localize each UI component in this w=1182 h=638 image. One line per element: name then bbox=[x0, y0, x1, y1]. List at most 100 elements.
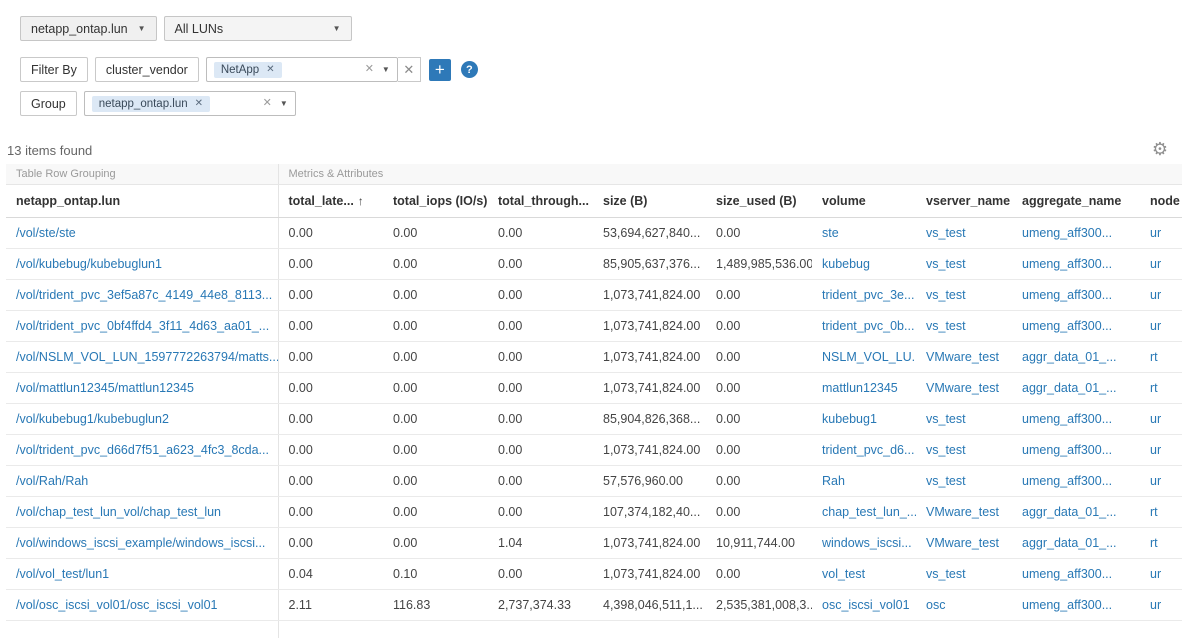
cell-link[interactable]: umeng_aff300... bbox=[1022, 567, 1112, 581]
group-value-combo[interactable]: netapp_ontap.lun ✕ ✕ ▼ bbox=[84, 91, 296, 116]
lun-link[interactable]: /vol/trident_pvc_3ef5a87c_4149_44e8_8113… bbox=[16, 288, 272, 302]
cell-link[interactable]: osc_iscsi_vol01 bbox=[822, 598, 910, 612]
cell-link[interactable]: ur bbox=[1150, 412, 1161, 426]
cell-link[interactable]: vs_test bbox=[926, 226, 966, 240]
cell-link[interactable]: aggr_data_01_... bbox=[1022, 350, 1117, 364]
lun-link[interactable]: /vol/kubebug/kubebuglun1 bbox=[16, 257, 162, 271]
lun-link[interactable]: /vol/osc_iscsi_vol01/osc_iscsi_vol01 bbox=[16, 598, 217, 612]
combo-clear-icon[interactable]: ✕ bbox=[365, 64, 374, 75]
help-icon[interactable]: ? bbox=[461, 61, 478, 78]
cell-link[interactable]: trident_pvc_0b... bbox=[822, 319, 914, 333]
items-found-text: 13 items found bbox=[7, 143, 92, 158]
cell-link[interactable]: VMware_test bbox=[926, 536, 999, 550]
cell-link[interactable]: vs_test bbox=[926, 257, 966, 271]
cell-link[interactable]: windows_iscsi... bbox=[822, 536, 912, 550]
group-button[interactable]: Group bbox=[20, 91, 77, 116]
column-header-total-through[interactable]: total_through... bbox=[488, 185, 593, 218]
chevron-down-icon[interactable]: ▼ bbox=[280, 100, 288, 108]
lun-link[interactable]: /vol/NSLM_VOL_LUN_1597772263794/matts... bbox=[16, 350, 278, 364]
group-value-chip[interactable]: netapp_ontap.lun ✕ bbox=[92, 96, 210, 112]
cell-link[interactable]: kubebug bbox=[822, 257, 870, 271]
cell-link[interactable]: vs_test bbox=[926, 567, 966, 581]
lun-link[interactable]: /vol/chap_test_lun_vol/chap_test_lun bbox=[16, 505, 221, 519]
cell-link[interactable]: ur bbox=[1150, 443, 1161, 457]
cell-link[interactable]: umeng_aff300... bbox=[1022, 288, 1112, 302]
cell-link[interactable]: ur bbox=[1150, 567, 1161, 581]
cell-link[interactable]: umeng_aff300... bbox=[1022, 257, 1112, 271]
cell-link[interactable]: mattlun12345 bbox=[822, 381, 898, 395]
column-header-size-used-b[interactable]: size_used (B) bbox=[706, 185, 812, 218]
table-row: /vol/windows_iscsi_example/windows_iscsi… bbox=[6, 528, 1182, 559]
lun-link[interactable]: /vol/trident_pvc_0bf4ffd4_3f11_4d63_aa01… bbox=[16, 319, 269, 333]
cell-link[interactable]: umeng_aff300... bbox=[1022, 319, 1112, 333]
filter-field-box[interactable]: cluster_vendor bbox=[95, 57, 199, 82]
column-header-netapp-ontap-lun[interactable]: netapp_ontap.lun bbox=[6, 185, 278, 218]
cell-link[interactable]: rt bbox=[1150, 505, 1158, 519]
cell-link[interactable]: chap_test_lun_... bbox=[822, 505, 916, 519]
cell-link[interactable]: umeng_aff300... bbox=[1022, 474, 1112, 488]
column-header-node[interactable]: node bbox=[1140, 185, 1182, 218]
cell-link[interactable]: umeng_aff300... bbox=[1022, 226, 1112, 240]
cell-link[interactable]: kubebug1 bbox=[822, 412, 877, 426]
lun-link[interactable]: /vol/Rah/Rah bbox=[16, 474, 88, 488]
cell-link[interactable]: ur bbox=[1150, 257, 1161, 271]
column-header-aggregate-name[interactable]: aggregate_name bbox=[1012, 185, 1140, 218]
cell-link[interactable]: ste bbox=[822, 226, 839, 240]
view-dropdown[interactable]: All LUNs ▼ bbox=[164, 16, 352, 41]
cell-link[interactable]: ur bbox=[1150, 319, 1161, 333]
chip-remove-icon[interactable]: ✕ bbox=[266, 65, 274, 75]
cell-link[interactable]: rt bbox=[1150, 536, 1158, 550]
chip-remove-icon[interactable]: ✕ bbox=[195, 99, 203, 109]
lun-link[interactable]: /vol/trident_pvc_d66d7f51_a623_4fc3_8cda… bbox=[16, 443, 269, 457]
filter-value-chip[interactable]: NetApp ✕ bbox=[214, 62, 282, 78]
cell-value: 0.00 bbox=[498, 319, 522, 333]
lun-link[interactable]: /vol/vol_test/lun1 bbox=[16, 567, 109, 581]
filter-by-button[interactable]: Filter By bbox=[20, 57, 88, 82]
object-type-dropdown[interactable]: netapp_ontap.lun ▼ bbox=[20, 16, 157, 41]
lun-link[interactable]: /vol/windows_iscsi_example/windows_iscsi… bbox=[16, 536, 265, 550]
cell-link[interactable]: ur bbox=[1150, 598, 1161, 612]
cell-link[interactable]: vs_test bbox=[926, 474, 966, 488]
remove-filter-button[interactable]: ✕ bbox=[398, 57, 421, 82]
cell-link[interactable]: vs_test bbox=[926, 443, 966, 457]
column-header-total-late[interactable]: total_late...↑ bbox=[278, 185, 383, 218]
chevron-down-icon[interactable]: ▼ bbox=[382, 66, 390, 74]
cell-link[interactable]: VMware_test bbox=[926, 505, 999, 519]
cell-link[interactable]: rt bbox=[1150, 381, 1158, 395]
lun-link[interactable]: /vol/kubebug1/kubebuglun2 bbox=[16, 412, 169, 426]
cell-link[interactable]: VMware_test bbox=[926, 381, 999, 395]
lun-link[interactable]: /vol/ste/ste bbox=[16, 226, 76, 240]
cell-value: 0.00 bbox=[393, 288, 417, 302]
group-header-metrics-attributes: Metrics & Attributes bbox=[278, 164, 1182, 185]
cell-link[interactable]: aggr_data_01_... bbox=[1022, 381, 1117, 395]
cell-link[interactable]: rt bbox=[1150, 350, 1158, 364]
cell-link[interactable]: VMware_test bbox=[926, 350, 999, 364]
cell-link[interactable]: trident_pvc_d6... bbox=[822, 443, 914, 457]
cell-link[interactable]: umeng_aff300... bbox=[1022, 412, 1112, 426]
column-header-vserver-name[interactable]: vserver_name bbox=[916, 185, 1012, 218]
combo-clear-icon[interactable]: ✕ bbox=[263, 98, 272, 109]
cell-link[interactable]: Rah bbox=[822, 474, 845, 488]
cell-link[interactable]: aggr_data_01_... bbox=[1022, 505, 1117, 519]
cell-link[interactable]: osc bbox=[926, 598, 945, 612]
cell-link[interactable]: vs_test bbox=[926, 288, 966, 302]
lun-link[interactable]: /vol/mattlun12345/mattlun12345 bbox=[16, 381, 194, 395]
gear-icon[interactable]: ⚙ bbox=[1152, 140, 1168, 158]
sort-ascending-icon[interactable]: ↑ bbox=[358, 194, 364, 208]
column-header-total-iops-io-s[interactable]: total_iops (IO/s) bbox=[383, 185, 488, 218]
cell-link[interactable]: aggr_data_01_... bbox=[1022, 536, 1117, 550]
filter-value-combo[interactable]: NetApp ✕ ✕ ▼ bbox=[206, 57, 398, 82]
cell-link[interactable]: NSLM_VOL_LU... bbox=[822, 350, 916, 364]
cell-link[interactable]: vol_test bbox=[822, 567, 865, 581]
column-header-volume[interactable]: volume bbox=[812, 185, 916, 218]
cell-link[interactable]: umeng_aff300... bbox=[1022, 443, 1112, 457]
column-header-size-b[interactable]: size (B) bbox=[593, 185, 706, 218]
cell-link[interactable]: trident_pvc_3e... bbox=[822, 288, 914, 302]
cell-link[interactable]: ur bbox=[1150, 474, 1161, 488]
cell-link[interactable]: ur bbox=[1150, 226, 1161, 240]
cell-link[interactable]: vs_test bbox=[926, 319, 966, 333]
cell-link[interactable]: umeng_aff300... bbox=[1022, 598, 1112, 612]
cell-link[interactable]: vs_test bbox=[926, 412, 966, 426]
add-filter-button[interactable]: + bbox=[429, 59, 451, 81]
cell-link[interactable]: ur bbox=[1150, 288, 1161, 302]
